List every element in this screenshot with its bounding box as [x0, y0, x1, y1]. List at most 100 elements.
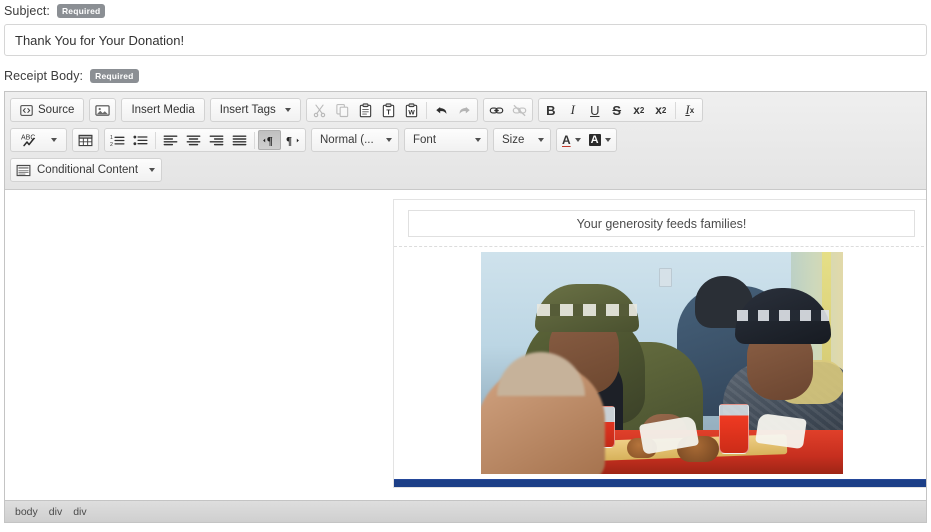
copy-button[interactable]	[331, 100, 354, 120]
subject-label: Subject:	[4, 4, 50, 18]
insert-media-group: Insert Media	[121, 98, 205, 122]
chevron-down-icon	[284, 108, 291, 112]
align-justify-button[interactable]	[228, 130, 251, 150]
text-color-label: A	[562, 133, 571, 147]
image-icon	[95, 104, 111, 116]
receipt-body-label-row: Receipt Body: Required	[0, 65, 931, 87]
text-direction-ltr-icon: ¶	[263, 135, 273, 147]
conditional-content-button[interactable]: Conditional Content	[10, 158, 162, 182]
numbered-list-button[interactable]: 1 2	[106, 130, 129, 150]
background-color-button[interactable]: A	[585, 130, 615, 150]
toolbar-divider	[155, 131, 156, 149]
chevron-down-icon	[51, 138, 57, 142]
chevron-down-icon	[149, 168, 155, 172]
text-direction-rtl-button[interactable]: ¶	[281, 130, 304, 150]
svg-text:W: W	[408, 109, 415, 116]
paragraph-format-select[interactable]: Normal (...	[311, 128, 399, 152]
insert-table-button[interactable]	[74, 130, 97, 150]
source-code-icon	[20, 104, 33, 116]
unlink-button[interactable]	[508, 100, 531, 120]
insert-media-label: Insert Media	[131, 104, 195, 116]
receipt-body-required-badge: Required	[90, 68, 139, 84]
photo-drink-cup-right	[718, 404, 749, 454]
color-group: A A	[556, 128, 617, 152]
spellcheck-button[interactable]: ABC	[12, 130, 65, 150]
spellcheck-icon: ABC	[21, 135, 35, 147]
headline-cell[interactable]: Your generosity feeds families!	[408, 210, 915, 237]
redo-button[interactable]	[453, 100, 476, 120]
photo-child-hat-band	[736, 310, 829, 321]
superscript-index: 2	[661, 105, 667, 115]
table-group	[72, 128, 99, 152]
superscript-button[interactable]: x2	[650, 100, 672, 120]
text-color-button[interactable]: A	[558, 130, 585, 150]
scissors-icon	[313, 104, 325, 117]
toolbar-row-2: ABC 1 2 ¶ ¶ Normal (... Font Size A A	[7, 125, 924, 155]
bulleted-list-icon	[133, 135, 148, 145]
italic-label: I	[570, 102, 575, 117]
broken-link-icon	[512, 104, 527, 116]
chevron-down-icon	[574, 138, 581, 142]
chevron-down-icon	[475, 138, 481, 142]
underline-button[interactable]: U	[584, 100, 606, 120]
chain-link-icon	[489, 106, 504, 114]
paragraph-format-value: Normal (...	[320, 134, 374, 146]
rich-text-editor: Source Insert Media Insert Tags T W B I …	[4, 91, 927, 523]
toolbar-row-1: Source Insert Media Insert Tags T W B I …	[7, 95, 924, 125]
link-button[interactable]	[485, 100, 508, 120]
paste-button[interactable]	[354, 100, 377, 120]
element-path-body[interactable]: body	[15, 506, 38, 518]
align-left-button[interactable]	[159, 130, 182, 150]
element-path-div-1[interactable]: div	[49, 506, 62, 518]
toolbar-divider	[425, 101, 427, 119]
subject-input-wrap	[0, 22, 931, 56]
editor-content-area[interactable]: Your generosity feeds families!	[5, 190, 926, 500]
clipboard-icon	[359, 102, 371, 117]
insert-tags-label: Insert Tags	[219, 104, 276, 116]
svg-text:¶: ¶	[286, 135, 292, 147]
subscript-label: x	[633, 103, 640, 117]
bold-button[interactable]: B	[540, 100, 562, 120]
numbered-list-icon: 1 2	[110, 135, 125, 147]
paste-from-word-icon: W	[405, 102, 417, 117]
image-group	[89, 98, 117, 122]
align-center-button[interactable]	[182, 130, 205, 150]
source-button[interactable]: Source	[12, 100, 82, 120]
paste-from-word-button[interactable]: W	[400, 100, 423, 120]
remove-format-button[interactable]: Ix	[679, 100, 701, 120]
table-grid-icon	[78, 134, 93, 146]
chevron-down-icon	[538, 138, 544, 142]
undo-button[interactable]	[430, 100, 453, 120]
undo-arrow-icon	[436, 106, 447, 114]
insert-tags-button[interactable]: Insert Tags	[212, 100, 299, 120]
text-direction-rtl-icon: ¶	[286, 135, 299, 147]
font-size-select[interactable]: Size	[493, 128, 551, 152]
receipt-body-label: Receipt Body:	[4, 69, 84, 83]
toolbar-divider	[254, 131, 255, 149]
hero-image[interactable]	[480, 252, 843, 474]
chevron-down-icon	[386, 138, 392, 142]
align-left-icon	[163, 134, 178, 145]
subscript-button[interactable]: x2	[628, 100, 650, 120]
background-color-label: A	[588, 134, 601, 146]
insert-image-button[interactable]	[91, 100, 114, 120]
hero-image-row	[394, 246, 926, 474]
align-right-button[interactable]	[205, 130, 228, 150]
bold-label: B	[546, 102, 556, 118]
strikethrough-button[interactable]: S	[606, 100, 628, 120]
editor-toolbar: Source Insert Media Insert Tags T W B I …	[5, 92, 926, 190]
cut-button[interactable]	[308, 100, 331, 120]
svg-text:ABC: ABC	[21, 135, 35, 142]
text-direction-ltr-button[interactable]: ¶	[258, 130, 281, 150]
insert-tags-group: Insert Tags	[209, 98, 301, 122]
element-path-div-2[interactable]: div	[73, 506, 86, 518]
insert-media-button[interactable]: Insert Media	[123, 100, 202, 120]
subject-input[interactable]	[4, 24, 927, 56]
subscript-index: 2	[639, 105, 645, 115]
bulleted-list-button[interactable]	[129, 130, 152, 150]
italic-button[interactable]: I	[562, 100, 584, 120]
font-family-select[interactable]: Font	[404, 128, 488, 152]
redo-arrow-icon	[459, 106, 470, 114]
paste-as-text-button[interactable]: T	[377, 100, 400, 120]
email-template-table[interactable]: Your generosity feeds families!	[393, 199, 926, 488]
